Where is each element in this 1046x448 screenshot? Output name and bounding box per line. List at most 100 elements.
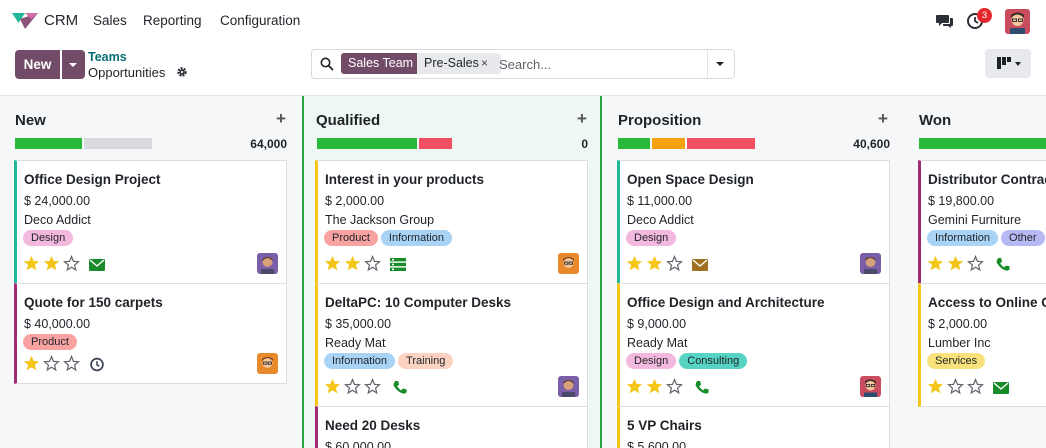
phone-icon[interactable] bbox=[995, 257, 1011, 272]
column-progress-proposition[interactable] bbox=[618, 138, 757, 149]
top-navbar: CRM Sales Reporting Configuration 3 bbox=[0, 0, 1046, 42]
tag-information: Information bbox=[324, 353, 396, 369]
star-filled-icon[interactable] bbox=[626, 378, 643, 395]
search-icon bbox=[320, 57, 334, 71]
column-add-proposition[interactable]: + bbox=[878, 109, 888, 129]
salesperson-avatar[interactable] bbox=[860, 376, 881, 397]
tag-product: Product bbox=[324, 230, 378, 246]
menu-reporting[interactable]: Reporting bbox=[143, 13, 202, 28]
star-filled-icon[interactable] bbox=[927, 255, 944, 272]
kanban-card[interactable]: Need 20 Desks $ 60,000.00 bbox=[315, 406, 588, 448]
menu-sales[interactable]: Sales bbox=[93, 13, 127, 28]
tag-design: Design bbox=[23, 230, 74, 246]
kanban-card[interactable]: Interest in your products $ 2,000.00 The… bbox=[315, 160, 588, 284]
view-switcher-caret bbox=[1015, 62, 1021, 66]
progress-segment[interactable] bbox=[687, 138, 755, 149]
column-title-qualified[interactable]: Qualified bbox=[316, 112, 380, 129]
kanban-card[interactable]: Open Space Design $ 11,000.00 Deco Addic… bbox=[617, 160, 890, 284]
menu-configuration[interactable]: Configuration bbox=[220, 13, 300, 28]
star-empty-icon[interactable] bbox=[43, 355, 60, 372]
phone-icon[interactable] bbox=[392, 380, 408, 395]
card-amount: $ 11,000.00 bbox=[627, 194, 693, 208]
clock-icon[interactable] bbox=[89, 357, 105, 372]
column-title-won[interactable]: Won bbox=[919, 112, 951, 129]
star-filled-icon[interactable] bbox=[324, 255, 341, 272]
column-progress-qualified[interactable] bbox=[317, 138, 454, 149]
salesperson-avatar[interactable] bbox=[860, 253, 881, 274]
progress-segment[interactable] bbox=[419, 138, 452, 149]
column-add-qualified[interactable]: + bbox=[577, 109, 587, 129]
star-empty-icon[interactable] bbox=[947, 378, 964, 395]
crm-logo-icon[interactable] bbox=[12, 11, 38, 31]
breadcrumb-teams[interactable]: Teams bbox=[88, 50, 127, 64]
progress-segment[interactable] bbox=[919, 138, 1046, 149]
facet-remove-icon[interactable]: × bbox=[481, 53, 488, 74]
star-filled-icon[interactable] bbox=[23, 255, 40, 272]
kanban-card[interactable]: DeltaPC: 10 Computer Desks $ 35,000.00 R… bbox=[315, 283, 588, 407]
app-name[interactable]: CRM bbox=[44, 12, 78, 29]
star-filled-icon[interactable] bbox=[646, 378, 663, 395]
kanban-card[interactable]: Office Design Project $ 24,000.00 Deco A… bbox=[14, 160, 287, 284]
search-options-toggle[interactable] bbox=[716, 62, 724, 66]
user-avatar[interactable] bbox=[1005, 9, 1030, 34]
phone-icon[interactable] bbox=[694, 380, 710, 395]
progress-segment[interactable] bbox=[618, 138, 650, 149]
breadcrumb-current: Opportunities bbox=[88, 65, 166, 80]
salesperson-avatar[interactable] bbox=[558, 253, 579, 274]
card-title: 5 VP Chairs bbox=[627, 418, 702, 433]
card-amount: $ 40,000.00 bbox=[24, 317, 91, 331]
new-button[interactable]: New bbox=[15, 50, 60, 79]
kanban-card[interactable]: Quote for 150 carpets $ 40,000.00 Produc… bbox=[14, 283, 287, 384]
progress-segment[interactable] bbox=[652, 138, 685, 149]
star-empty-icon[interactable] bbox=[364, 378, 381, 395]
kanban-card[interactable]: 5 VP Chairs $ 5,600.00 bbox=[617, 406, 890, 448]
column-title-new[interactable]: New bbox=[15, 112, 46, 129]
star-filled-icon[interactable] bbox=[344, 255, 361, 272]
salesperson-avatar[interactable] bbox=[558, 376, 579, 397]
star-empty-icon[interactable] bbox=[666, 378, 683, 395]
star-filled-icon[interactable] bbox=[626, 255, 643, 272]
gear-icon[interactable] bbox=[176, 66, 188, 78]
tag-information: Information bbox=[927, 230, 999, 246]
salesperson-avatar[interactable] bbox=[257, 253, 278, 274]
star-empty-icon[interactable] bbox=[967, 378, 984, 395]
chat-icon[interactable] bbox=[936, 13, 954, 29]
column-progress-new[interactable] bbox=[15, 138, 154, 149]
progress-segment[interactable] bbox=[15, 138, 82, 149]
progress-segment[interactable] bbox=[317, 138, 417, 149]
star-filled-icon[interactable] bbox=[324, 378, 341, 395]
card-title: Office Design and Architecture bbox=[627, 295, 825, 310]
search-facet-value: Pre-Sales bbox=[417, 53, 501, 74]
list-icon[interactable] bbox=[390, 257, 406, 272]
envelope-icon[interactable] bbox=[692, 257, 708, 272]
kanban-card[interactable]: Access to Online Catalog $ 2,000.00 Lumb… bbox=[918, 283, 1046, 407]
card-company: Lumber Inc bbox=[928, 336, 991, 350]
new-dropdown-toggle[interactable] bbox=[62, 50, 85, 79]
star-filled-icon[interactable] bbox=[23, 355, 40, 372]
envelope-icon[interactable] bbox=[993, 380, 1009, 395]
card-company: The Jackson Group bbox=[325, 213, 435, 227]
star-filled-icon[interactable] bbox=[646, 255, 663, 272]
column-add-new[interactable]: + bbox=[276, 109, 286, 129]
card-company: Gemini Furniture bbox=[928, 213, 1022, 227]
tag-consulting: Consulting bbox=[679, 353, 748, 369]
star-filled-icon[interactable] bbox=[947, 255, 964, 272]
kanban-card[interactable]: Distributor Contract $ 19,800.00 Gemini … bbox=[918, 160, 1046, 284]
salesperson-avatar[interactable] bbox=[257, 353, 278, 374]
star-empty-icon[interactable] bbox=[364, 255, 381, 272]
star-empty-icon[interactable] bbox=[63, 355, 80, 372]
kanban-card[interactable]: Office Design and Architecture $ 9,000.0… bbox=[617, 283, 890, 407]
star-empty-icon[interactable] bbox=[344, 378, 361, 395]
search-input[interactable] bbox=[499, 54, 699, 74]
kanban-board: New + 64,000 Qualified + 0 Proposition +… bbox=[0, 95, 1046, 448]
star-filled-icon[interactable] bbox=[43, 255, 60, 272]
envelope-icon[interactable] bbox=[89, 257, 105, 272]
star-empty-icon[interactable] bbox=[967, 255, 984, 272]
tag-design: Design bbox=[626, 353, 677, 369]
column-title-proposition[interactable]: Proposition bbox=[618, 112, 701, 129]
star-empty-icon[interactable] bbox=[666, 255, 683, 272]
star-filled-icon[interactable] bbox=[927, 378, 944, 395]
column-progress-won[interactable] bbox=[919, 138, 1046, 149]
star-empty-icon[interactable] bbox=[63, 255, 80, 272]
tag-other: Other bbox=[1001, 230, 1045, 246]
